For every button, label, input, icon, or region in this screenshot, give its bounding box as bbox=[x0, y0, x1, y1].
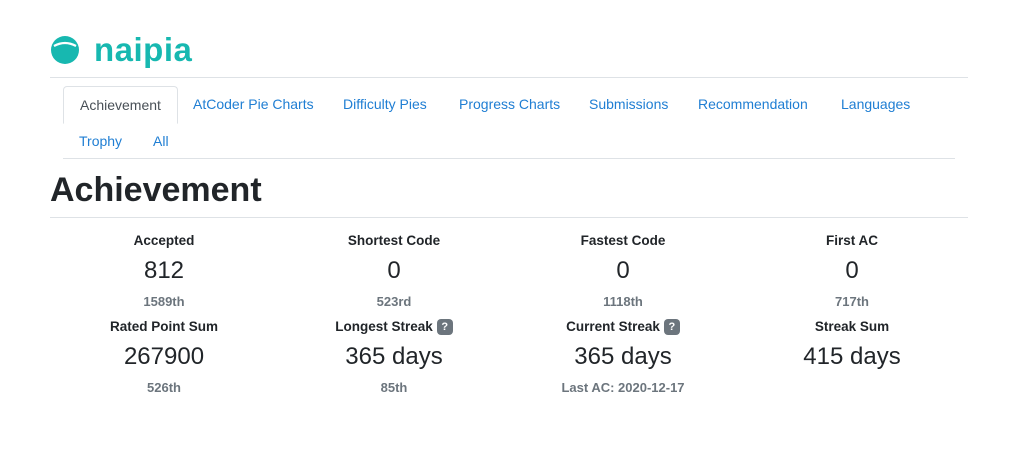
tab-difficulty-pies[interactable]: Difficulty Pies bbox=[327, 86, 443, 122]
stat-label: Shortest Code bbox=[347, 233, 441, 248]
stat-label: Streak Sum bbox=[814, 319, 890, 334]
stat-rank: 85th bbox=[380, 380, 408, 395]
stat-label: Fastest Code bbox=[580, 233, 666, 248]
tab-atcoder-pie-charts[interactable]: AtCoder Pie Charts bbox=[177, 86, 330, 122]
stat-rank: 1118th bbox=[603, 294, 643, 309]
stat-label-row: Longest Streak? bbox=[279, 317, 509, 337]
stat-rank: 526th bbox=[147, 380, 181, 395]
last-ac-date: Last AC: 2020-12-17 bbox=[561, 380, 685, 395]
tab-achievement[interactable]: Achievement bbox=[63, 86, 178, 124]
tab-recommendation[interactable]: Recommendation bbox=[682, 86, 824, 122]
help-icon[interactable]: ? bbox=[663, 319, 680, 335]
stat-label: Rated Point Sum bbox=[109, 319, 218, 334]
tabs-divider bbox=[63, 158, 955, 159]
stat-label: Accepted bbox=[133, 233, 195, 248]
stat-streak-sum: Streak Sum 415 days bbox=[737, 317, 967, 399]
stat-rated-point-sum: Rated Point Sum 267900 526th bbox=[49, 317, 279, 399]
help-icon[interactable]: ? bbox=[436, 319, 453, 335]
stat-value: 365 days bbox=[574, 343, 672, 370]
circle-logo-icon bbox=[51, 36, 79, 64]
stat-value: 812 bbox=[143, 257, 185, 284]
stat-longest-streak: Longest Streak? 365 days 85th bbox=[279, 317, 509, 399]
stat-value: 0 bbox=[845, 257, 859, 284]
tab-trophy[interactable]: Trophy bbox=[63, 123, 138, 159]
stat-rank: 523rd bbox=[376, 294, 412, 309]
stat-value: 0 bbox=[387, 257, 401, 284]
stat-shortest-code: Shortest Code 0 523rd bbox=[279, 231, 509, 313]
stat-accepted: Accepted 812 1589th bbox=[49, 231, 279, 313]
stat-label-row: Current Streak? bbox=[508, 317, 738, 337]
stat-value: 365 days bbox=[345, 343, 443, 370]
nav-tabs: Achievement AtCoder Pie Charts Difficult… bbox=[63, 86, 955, 159]
tab-languages[interactable]: Languages bbox=[825, 86, 926, 122]
brand-name: naipia bbox=[94, 31, 193, 68]
stat-value: 415 days bbox=[803, 343, 901, 370]
stat-rank: 1589th bbox=[143, 294, 185, 309]
stat-fastest-code: Fastest Code 0 1118th bbox=[508, 231, 738, 313]
tab-submissions[interactable]: Submissions bbox=[573, 86, 684, 122]
stat-rank: 717th bbox=[835, 294, 869, 309]
stat-value: 267900 bbox=[123, 343, 205, 370]
tab-progress-charts[interactable]: Progress Charts bbox=[443, 86, 576, 122]
header-divider bbox=[50, 77, 968, 78]
stat-label: Longest Streak bbox=[335, 319, 433, 334]
stat-first-ac: First AC 0 717th bbox=[737, 231, 967, 313]
stat-rank bbox=[737, 377, 967, 399]
title-divider bbox=[50, 217, 968, 218]
stat-label: Current Streak bbox=[566, 319, 660, 334]
page-title: Achievement bbox=[50, 171, 262, 209]
page: naipia Achievement AtCoder Pie Charts Di… bbox=[0, 0, 1015, 454]
stat-current-streak: Current Streak? 365 days Last AC: 2020-1… bbox=[508, 317, 738, 399]
tab-all[interactable]: All bbox=[137, 123, 185, 159]
stat-label: First AC bbox=[825, 233, 878, 248]
brand[interactable]: naipia bbox=[50, 28, 192, 72]
stat-value: 0 bbox=[616, 257, 630, 284]
